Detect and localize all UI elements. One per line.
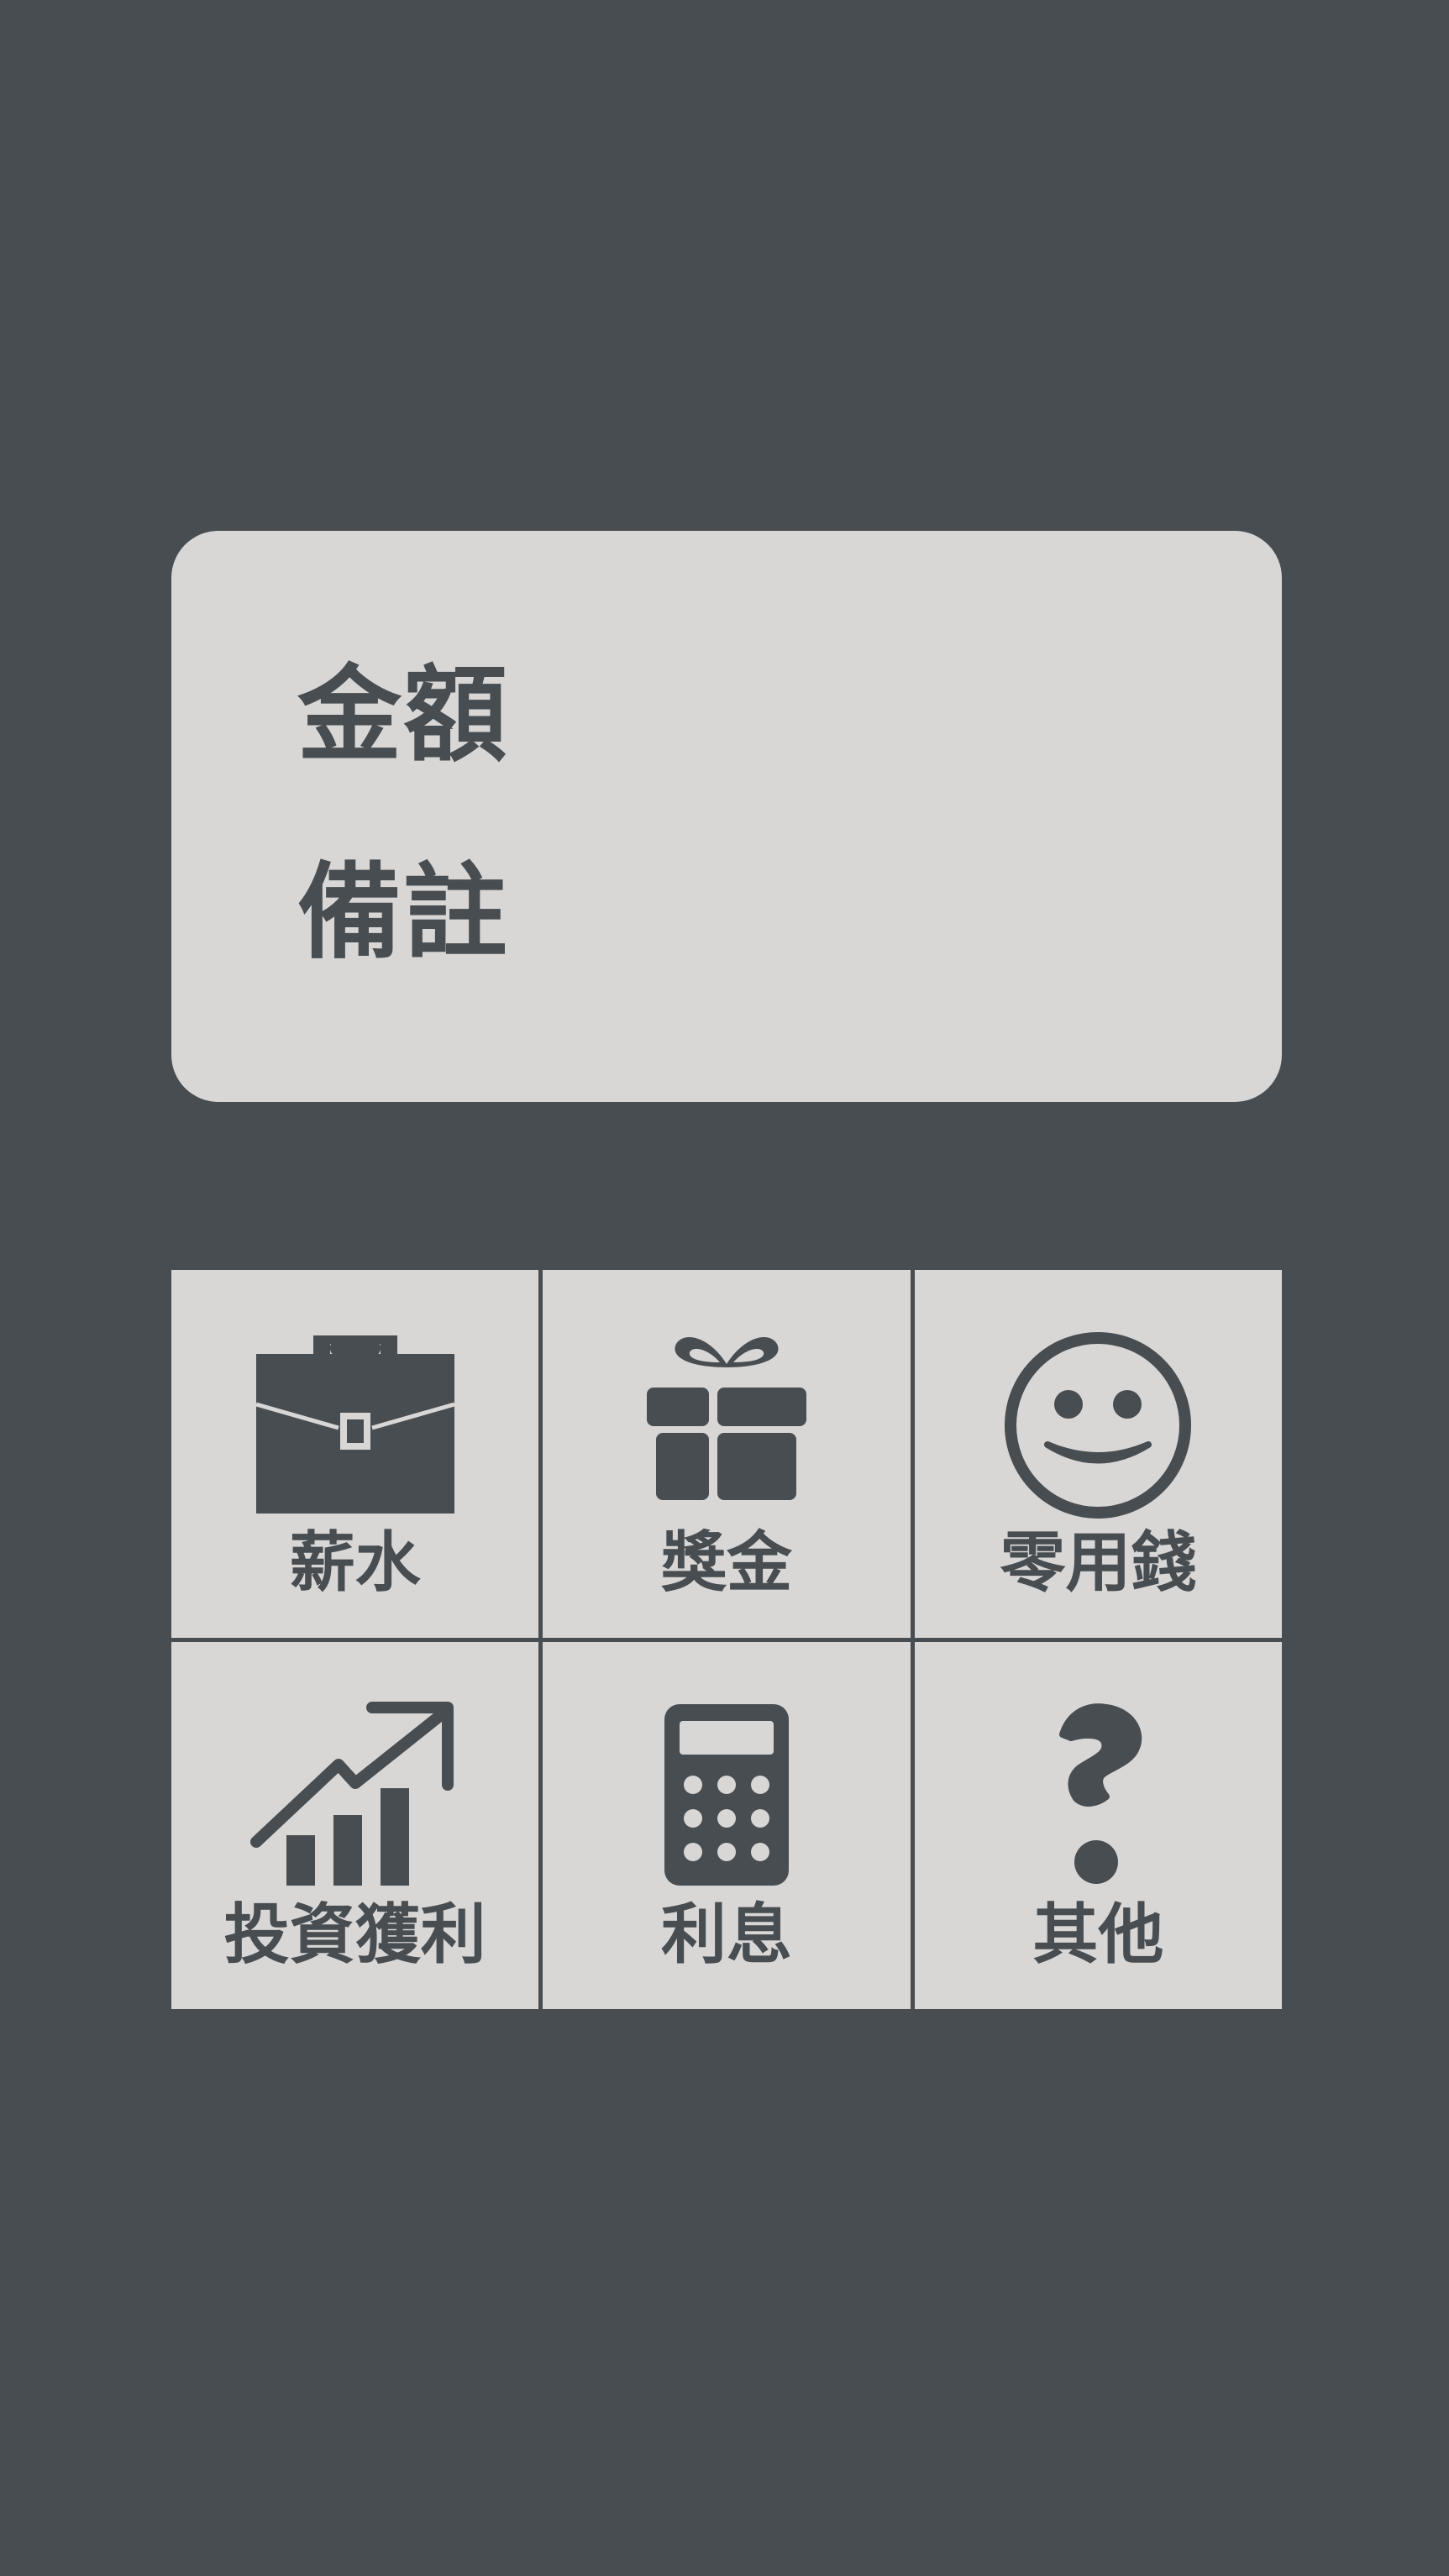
category-grid: 薪水 獎金 零用錢 投資獲利 利息 其他 [171,1270,1282,2009]
entry-form-card: 金額 備註 [171,531,1449,1102]
category-pocket-money-button[interactable]: 零用錢 [914,1270,1282,1638]
question-mark-icon [989,1701,1207,1894]
category-bonus-button[interactable]: 獎金 [543,1270,911,1638]
note-row[interactable]: 備註 [297,849,1449,977]
income-entry-screen: 金額 備註 薪水 獎金 零用錢 投資獲利 利息 其他 [0,0,1449,2576]
growth-chart-icon [246,1701,465,1894]
category-salary-button[interactable]: 薪水 [171,1270,539,1638]
gift-icon [617,1329,836,1522]
category-bonus-label: 獎金 [660,1525,792,1601]
category-investment-label: 投資獲利 [223,1897,486,1973]
amount-label: 金額 [297,655,510,776]
category-other-button[interactable]: 其他 [914,1641,1282,2009]
smiley-icon [989,1329,1207,1522]
category-other-label: 其他 [1032,1897,1164,1973]
amount-input[interactable] [543,652,1449,779]
amount-row[interactable]: 金額 [297,652,1449,779]
category-interest-label: 利息 [660,1897,792,1973]
briefcase-icon [246,1329,465,1522]
calculator-icon [617,1701,836,1894]
note-input[interactable] [543,849,1449,977]
category-interest-button[interactable]: 利息 [543,1641,911,2009]
category-investment-button[interactable]: 投資獲利 [171,1641,539,2009]
category-pocket-money-label: 零用錢 [1000,1525,1197,1601]
note-label: 備註 [297,853,510,973]
category-salary-label: 薪水 [289,1525,421,1601]
